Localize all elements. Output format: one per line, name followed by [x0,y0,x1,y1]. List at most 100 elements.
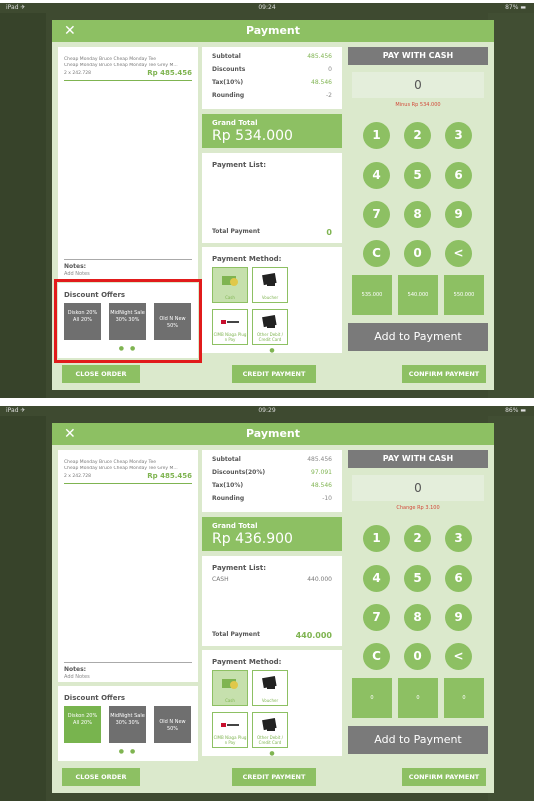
order-item-price: Rp 485.456 [147,472,192,480]
credit-payment-button[interactable]: CREDIT PAYMENT [232,768,316,786]
payment-list-label: Payment List: [212,161,266,169]
discount-option-midnight-sale[interactable]: MidNight Sale 30% 30% [109,706,146,743]
payment-option-label: Cash [225,295,235,300]
payment-option-label: CIMB Niaga Plug n Pay [213,332,247,342]
background-right-panel [488,416,534,801]
keypad-9[interactable]: 9 [445,201,472,228]
subtotal-value: 485.456 [307,53,332,60]
payment-option-voucher[interactable]: Voucher [252,670,288,706]
quick-amount-3[interactable]: 550.000 [444,275,484,315]
keypad-4[interactable]: 4 [363,565,390,592]
divider [64,483,192,484]
keypad-5[interactable]: 5 [404,565,431,592]
modal-footer: CLOSE ORDER CREDIT PAYMENT CONFIRM PAYME… [52,768,494,786]
keypad-3[interactable]: 3 [445,122,472,149]
discount-option-old-n-new[interactable]: Old N New 50% [154,706,191,743]
total-payment-value: 440.000 [295,631,332,640]
payment-option-card[interactable]: Other Debit / Credit Card [252,712,288,748]
modal-footer: CLOSE ORDER CREDIT PAYMENT CONFIRM PAYME… [52,365,494,383]
keypad-9[interactable]: 9 [445,604,472,631]
discount-option-diskon[interactable]: Diskon 20% All 20% [64,706,101,743]
tax-label: Tax(10%) [212,79,244,86]
payment-method-panel: Payment Method: Cash Voucher CIMB Niaga … [202,650,342,757]
screenshot-1: iPad ✈ 09:24 87% ▬ ✕ Payment Cheap Monda… [0,3,534,398]
add-notes-field[interactable]: Add Notes [64,674,90,680]
order-item-price: Rp 485.456 [147,69,192,77]
payment-option-voucher[interactable]: Voucher [252,267,288,303]
payment-list-method: CASH [212,576,229,583]
cash-amount-display[interactable]: 0 [352,475,484,501]
cash-icon [222,679,238,689]
keypad-8[interactable]: 8 [404,201,431,228]
payment-option-label: Other Debit / Credit Card [256,332,283,342]
payment-list-label: Payment List: [212,564,266,572]
totals-panel: Subtotal 485.456 Discounts(20%) 97.091 Tax… [202,450,342,512]
keypad-4[interactable]: 4 [363,162,390,189]
keypad-6[interactable]: 6 [445,162,472,189]
cash-amount-display[interactable]: 0 [352,72,484,98]
keypad-clear[interactable]: C [363,240,390,267]
add-to-payment-button[interactable]: Add to Payment [348,323,488,351]
keypad-clear[interactable]: C [363,643,390,670]
credit-payment-button[interactable]: CREDIT PAYMENT [232,365,316,383]
keypad-8[interactable]: 8 [404,604,431,631]
payment-method-label: Payment Method: [212,255,282,263]
tax-label: Tax(10%) [212,482,244,489]
payment-option-cash[interactable]: Cash [212,670,248,706]
keypad-2[interactable]: 2 [404,122,431,149]
keypad-2[interactable]: 2 [404,525,431,552]
quick-amount-2[interactable]: 0 [398,678,438,718]
payment-option-label: Cash [225,698,235,703]
discount-offers-label: Discount Offers [64,694,126,702]
close-order-button[interactable]: CLOSE ORDER [62,768,140,786]
quick-amount-3[interactable]: 0 [444,678,484,718]
payment-list-panel: Payment List: Total Payment 0 [202,153,342,243]
page-indicator: ● [269,347,275,354]
payment-method-panel: Payment Method: Cash Voucher CIMB Niaga … [202,247,342,354]
tax-value: 48.546 [311,79,332,86]
payment-option-cash[interactable]: Cash [212,267,248,303]
grand-total-value: Rp 534.000 [212,128,293,144]
quick-amount-2[interactable]: 540.000 [398,275,438,315]
confirm-payment-button[interactable]: CONFIRM PAYMENT [402,768,486,786]
grand-total-label: Grand Total [212,522,258,530]
background-sidebar [0,13,46,398]
discount-offers-panel: Discount Offers Diskon 20% All 20% MidNi… [58,686,198,761]
keypad-0[interactable]: 0 [404,240,431,267]
modal-title: Payment [245,427,301,440]
payment-option-card[interactable]: Other Debit / Credit Card [252,309,288,345]
discounts-label: Discounts(20%) [212,469,266,476]
payment-option-cimb-niaga[interactable]: CIMB Niaga Plug n Pay [212,309,248,345]
keypad-7[interactable]: 7 [363,604,390,631]
keypad-7[interactable]: 7 [363,201,390,228]
keypad-6[interactable]: 6 [445,565,472,592]
background-sidebar [0,416,46,801]
totals-panel: Subtotal 485.456 Discounts 0 Tax(10%) 48.54… [202,47,342,109]
card-icon [262,315,277,328]
add-to-payment-button[interactable]: Add to Payment [348,726,488,754]
cimb-niaga-icon [221,320,239,324]
keypad-backspace[interactable]: < [445,240,472,267]
keypad-1[interactable]: 1 [363,525,390,552]
modal-title: Payment [245,24,301,37]
add-notes-field[interactable]: Add Notes [64,271,90,277]
modal-header: ✕ Payment [52,20,494,42]
subtotal-value: 485.456 [307,456,332,463]
quick-amount-1[interactable]: 535.000 [352,275,392,315]
payment-option-cimb-niaga[interactable]: CIMB Niaga Plug n Pay [212,712,248,748]
close-order-button[interactable]: CLOSE ORDER [62,365,140,383]
cash-balance-note: Change Rp 3.100 [396,505,440,511]
discounts-label: Discounts [212,66,246,73]
rounding-value: -10 [322,495,332,502]
keypad-backspace[interactable]: < [445,643,472,670]
keypad-0[interactable]: 0 [404,643,431,670]
keypad-3[interactable]: 3 [445,525,472,552]
notes-label: Notes: [64,666,87,673]
quick-amount-1[interactable]: 0 [352,678,392,718]
keypad-5[interactable]: 5 [404,162,431,189]
keypad-1[interactable]: 1 [363,122,390,149]
confirm-payment-button[interactable]: CONFIRM PAYMENT [402,365,486,383]
tax-value: 48.546 [311,482,332,489]
payment-list-amount: 440.000 [307,576,332,583]
payment-method-label: Payment Method: [212,658,282,666]
